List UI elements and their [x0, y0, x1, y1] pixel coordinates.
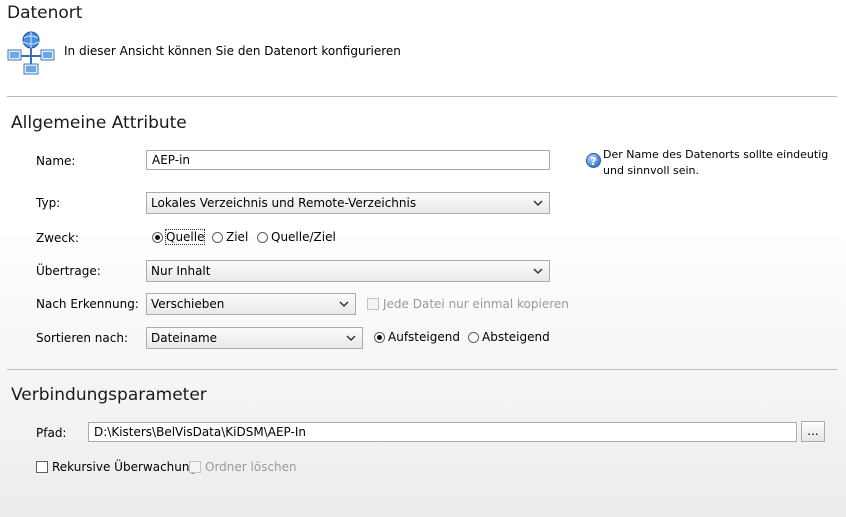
section-divider [7, 369, 837, 370]
checkbox-unchecked-icon [367, 298, 379, 310]
purpose-label: Zweck: [36, 231, 80, 245]
connection-section-title: Verbindungsparameter [11, 385, 207, 405]
after-detect-select-value: Verschieben [151, 297, 225, 311]
checkbox-unchecked-icon [36, 461, 48, 473]
help-icon: ? [586, 153, 601, 168]
purpose-target-label: Ziel [226, 230, 249, 244]
radio-unselected-icon [468, 331, 479, 343]
after-detect-label: Nach Erkennung: [36, 297, 139, 311]
sort-ascending-label: Aufsteigend [388, 330, 460, 344]
chevron-down-icon [346, 335, 356, 342]
type-label: Typ: [36, 196, 61, 210]
sort-descending-label: Absteigend [482, 330, 550, 344]
delete-folder-label: Ordner löschen [205, 460, 297, 474]
network-computers-icon [7, 28, 55, 76]
transfer-select-value: Nur Inhalt [151, 264, 211, 278]
page-title: Datenort [7, 3, 83, 23]
purpose-target-radio[interactable]: Ziel [212, 230, 248, 244]
type-select-value: Lokales Verzeichnis und Remote-Verzeichn… [151, 196, 417, 210]
sort-select-value: Dateiname [151, 331, 218, 345]
radio-selected-icon [374, 331, 385, 343]
recursive-checkbox[interactable]: Rekursive Überwachung [36, 460, 197, 474]
copy-once-checkbox: Jede Datei nur einmal kopieren [367, 297, 569, 311]
radio-unselected-icon [212, 231, 223, 243]
sort-label: Sortieren nach: [36, 331, 128, 345]
sort-select[interactable]: Dateiname [146, 327, 363, 349]
radio-unselected-icon [257, 231, 268, 243]
purpose-source-radio[interactable]: Quelle [152, 229, 206, 245]
copy-once-label: Jede Datei nur einmal kopieren [383, 297, 569, 311]
purpose-both-radio[interactable]: Quelle/Ziel [257, 230, 336, 244]
transfer-label: Übertrage: [36, 264, 101, 278]
type-select[interactable]: Lokales Verzeichnis und Remote-Verzeichn… [146, 192, 550, 214]
recursive-label: Rekursive Überwachung [52, 460, 198, 474]
name-label: Name: [36, 154, 76, 168]
name-hint: Der Name des Datenorts sollte eindeutig … [603, 148, 829, 177]
chevron-down-icon [533, 200, 543, 207]
after-detect-select[interactable]: Verschieben [146, 293, 356, 315]
purpose-both-label: Quelle/Ziel [271, 230, 336, 244]
browse-button[interactable]: ... [801, 421, 825, 442]
sort-ascending-radio[interactable]: Aufsteigend [374, 330, 460, 344]
checkbox-unchecked-icon [189, 461, 201, 473]
header-divider [7, 96, 837, 97]
purpose-source-label: Quelle [164, 229, 206, 245]
page-description: In dieser Ansicht können Sie den Datenor… [64, 44, 401, 58]
general-section-title: Allgemeine Attribute [11, 113, 187, 133]
radio-selected-icon [152, 231, 163, 243]
chevron-down-icon [339, 301, 349, 308]
delete-folder-checkbox: Ordner löschen [189, 460, 297, 474]
name-input[interactable]: AEP-in [146, 150, 550, 170]
chevron-down-icon [533, 268, 543, 275]
path-label: Pfad: [36, 426, 67, 440]
path-input[interactable]: D:\Kisters\BelVisData\KiDSM\AEP-In [88, 422, 797, 442]
sort-descending-radio[interactable]: Absteigend [468, 330, 550, 344]
transfer-select[interactable]: Nur Inhalt [146, 260, 550, 282]
